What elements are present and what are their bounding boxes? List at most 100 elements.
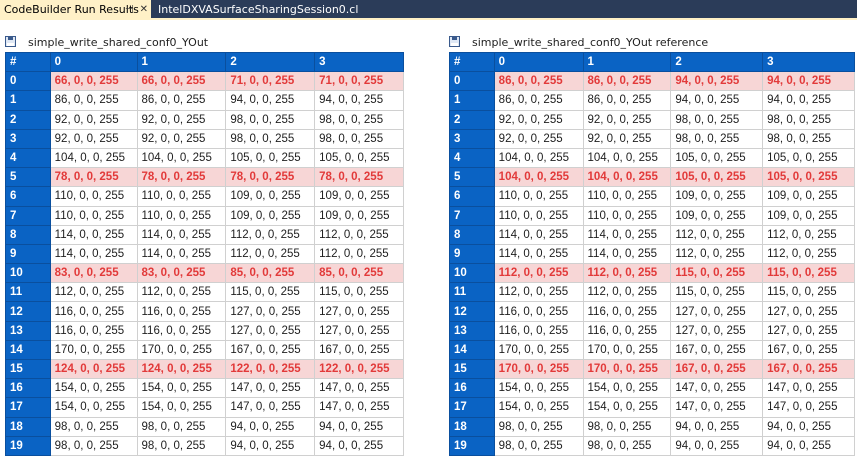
table-cell[interactable]: 147, 0, 0, 255: [314, 378, 404, 399]
table-cell[interactable]: 92, 0, 0, 255: [582, 109, 672, 130]
table-cell[interactable]: 98, 0, 0, 255: [582, 435, 672, 456]
table-row[interactable]: 15 170, 0, 0, 255 170, 0, 0, 255 167, 0, 0,…: [449, 358, 855, 380]
table-cell[interactable]: 92, 0, 0, 255: [49, 128, 138, 149]
table-cell[interactable]: 86, 0, 0, 255: [49, 90, 138, 111]
table-row[interactable]: 9 114, 0, 0, 255 114, 0, 0, 255 112, 0, 0, …: [5, 243, 404, 265]
table-cell[interactable]: 94, 0, 0, 255: [314, 416, 404, 437]
table-cell[interactable]: 83, 0, 0, 255: [136, 263, 227, 284]
table-cell[interactable]: 110, 0, 0, 255: [136, 205, 227, 226]
table-cell[interactable]: 94, 0, 0, 255: [314, 435, 404, 456]
table-cell[interactable]: 104, 0, 0, 255: [493, 147, 584, 169]
table-cell[interactable]: 114, 0, 0, 255: [49, 243, 138, 265]
table-cell[interactable]: 86, 0, 0, 255: [493, 90, 584, 111]
table-row[interactable]: 12 116, 0, 0, 255 116, 0, 0, 255 127, 0, 0,…: [449, 301, 855, 322]
table-row[interactable]: 17 154, 0, 0, 255 154, 0, 0, 255 147, 0, 0,…: [449, 397, 855, 418]
table-cell[interactable]: 116, 0, 0, 255: [136, 301, 227, 322]
table-cell[interactable]: 92, 0, 0, 255: [136, 109, 227, 130]
table-cell[interactable]: 110, 0, 0, 255: [582, 205, 672, 226]
table-row[interactable]: 12 116, 0, 0, 255 116, 0, 0, 255 127, 0, 0,…: [5, 301, 404, 322]
table-cell[interactable]: 170, 0, 0, 255: [49, 339, 138, 361]
table-cell[interactable]: 147, 0, 0, 255: [762, 378, 855, 399]
table-row[interactable]: 2 92, 0, 0, 255 92, 0, 0, 255 98, 0, 0, 255…: [5, 109, 404, 130]
table-cell[interactable]: 71, 0, 0, 255: [314, 71, 404, 92]
table-cell[interactable]: 109, 0, 0, 255: [762, 186, 855, 207]
table-row[interactable]: 18 98, 0, 0, 255 98, 0, 0, 255 94, 0, 0, 25…: [449, 416, 855, 437]
table-cell[interactable]: 104, 0, 0, 255: [136, 147, 227, 169]
table-cell[interactable]: 112, 0, 0, 255: [314, 224, 404, 245]
close-icon[interactable]: ✕: [140, 4, 148, 15]
table-cell[interactable]: 104, 0, 0, 255: [582, 147, 672, 169]
tab-codebuilder-run-results[interactable]: CodeBuilder Run Results ⊣ ✕: [0, 0, 151, 20]
table-cell[interactable]: 78, 0, 0, 255: [136, 167, 227, 188]
table-cell[interactable]: 98, 0, 0, 255: [136, 416, 227, 437]
pin-icon[interactable]: ⊣: [125, 4, 134, 15]
table-cell[interactable]: 109, 0, 0, 255: [225, 205, 316, 226]
table-cell[interactable]: 94, 0, 0, 255: [225, 90, 316, 111]
table-cell[interactable]: 98, 0, 0, 255: [225, 109, 316, 130]
table-cell[interactable]: 147, 0, 0, 255: [225, 378, 316, 399]
table-cell[interactable]: 114, 0, 0, 255: [136, 224, 227, 245]
table-row[interactable]: 11 112, 0, 0, 255 112, 0, 0, 255 115, 0, 0,…: [5, 282, 404, 303]
table-cell[interactable]: 114, 0, 0, 255: [493, 224, 584, 245]
table-row[interactable]: 14 170, 0, 0, 255 170, 0, 0, 255 167, 0, 0,…: [5, 339, 404, 361]
table-row[interactable]: 1 86, 0, 0, 255 86, 0, 0, 255 94, 0, 0, 255…: [5, 90, 404, 111]
table-cell[interactable]: 170, 0, 0, 255: [582, 358, 672, 380]
table-cell[interactable]: 98, 0, 0, 255: [49, 435, 138, 456]
column-header[interactable]: 0: [49, 51, 138, 73]
table-cell[interactable]: 127, 0, 0, 255: [225, 301, 316, 322]
table-cell[interactable]: 114, 0, 0, 255: [582, 243, 672, 265]
table-cell[interactable]: 170, 0, 0, 255: [493, 358, 584, 380]
table-row[interactable]: 6 110, 0, 0, 255 110, 0, 0, 255 109, 0, 0, …: [5, 186, 404, 207]
table-cell[interactable]: 86, 0, 0, 255: [136, 90, 227, 111]
table-cell[interactable]: 116, 0, 0, 255: [49, 320, 138, 341]
table-cell[interactable]: 105, 0, 0, 255: [762, 167, 855, 188]
table-cell[interactable]: 98, 0, 0, 255: [225, 128, 316, 149]
table-cell[interactable]: 112, 0, 0, 255: [762, 243, 855, 265]
table-cell[interactable]: 115, 0, 0, 255: [762, 282, 855, 303]
table-cell[interactable]: 114, 0, 0, 255: [582, 224, 672, 245]
save-icon[interactable]: [5, 36, 16, 47]
table-cell[interactable]: 112, 0, 0, 255: [493, 263, 584, 284]
table-row[interactable]: 3 92, 0, 0, 255 92, 0, 0, 255 98, 0, 0, 255…: [5, 128, 404, 149]
table-row[interactable]: 16 154, 0, 0, 255 154, 0, 0, 255 147, 0, 0,…: [449, 378, 855, 399]
table-row[interactable]: 1 86, 0, 0, 255 86, 0, 0, 255 94, 0, 0, 255…: [449, 90, 855, 111]
table-cell[interactable]: 109, 0, 0, 255: [670, 186, 764, 207]
table-cell[interactable]: 109, 0, 0, 255: [225, 186, 316, 207]
table-cell[interactable]: 109, 0, 0, 255: [314, 186, 404, 207]
table-cell[interactable]: 66, 0, 0, 255: [49, 71, 138, 92]
table-cell[interactable]: 154, 0, 0, 255: [136, 397, 227, 418]
table-cell[interactable]: 98, 0, 0, 255: [670, 109, 764, 130]
table-cell[interactable]: 154, 0, 0, 255: [49, 397, 138, 418]
table-row[interactable]: 13 116, 0, 0, 255 116, 0, 0, 255 127, 0, 0,…: [449, 320, 855, 341]
column-header[interactable]: 1: [136, 51, 227, 73]
table-cell[interactable]: 105, 0, 0, 255: [670, 147, 764, 169]
table-row[interactable]: 8 114, 0, 0, 255 114, 0, 0, 255 112, 0, 0, …: [5, 224, 404, 245]
column-header[interactable]: 1: [582, 51, 672, 73]
table-cell[interactable]: 92, 0, 0, 255: [493, 109, 584, 130]
table-row[interactable]: 10 83, 0, 0, 255 83, 0, 0, 255 85, 0, 0, 25…: [5, 263, 404, 284]
table-cell[interactable]: 110, 0, 0, 255: [49, 205, 138, 226]
table-row[interactable]: 4 104, 0, 0, 255 104, 0, 0, 255 105, 0, 0, …: [5, 147, 404, 169]
table-cell[interactable]: 98, 0, 0, 255: [670, 128, 764, 149]
column-header[interactable]: 3: [762, 51, 855, 73]
table-row[interactable]: 7 110, 0, 0, 255 110, 0, 0, 255 109, 0, 0, …: [449, 205, 855, 226]
table-cell[interactable]: 94, 0, 0, 255: [225, 435, 316, 456]
table-cell[interactable]: 115, 0, 0, 255: [670, 282, 764, 303]
column-header[interactable]: 3: [314, 51, 404, 73]
table-cell[interactable]: 154, 0, 0, 255: [49, 378, 138, 399]
table-cell[interactable]: 98, 0, 0, 255: [136, 435, 227, 456]
table-cell[interactable]: 86, 0, 0, 255: [582, 90, 672, 111]
table-cell[interactable]: 114, 0, 0, 255: [493, 243, 584, 265]
table-cell[interactable]: 116, 0, 0, 255: [582, 301, 672, 322]
table-row[interactable]: 0 86, 0, 0, 255 86, 0, 0, 255 94, 0, 0, 255…: [449, 71, 855, 92]
table-cell[interactable]: 116, 0, 0, 255: [493, 320, 584, 341]
table-cell[interactable]: 109, 0, 0, 255: [670, 205, 764, 226]
save-icon[interactable]: [449, 36, 460, 47]
table-cell[interactable]: 170, 0, 0, 255: [582, 339, 672, 361]
table-cell[interactable]: 105, 0, 0, 255: [314, 147, 404, 169]
table-cell[interactable]: 116, 0, 0, 255: [49, 301, 138, 322]
table-cell[interactable]: 114, 0, 0, 255: [136, 243, 227, 265]
table-cell[interactable]: 127, 0, 0, 255: [762, 320, 855, 341]
table-cell[interactable]: 98, 0, 0, 255: [762, 128, 855, 149]
table-cell[interactable]: 110, 0, 0, 255: [49, 186, 138, 207]
